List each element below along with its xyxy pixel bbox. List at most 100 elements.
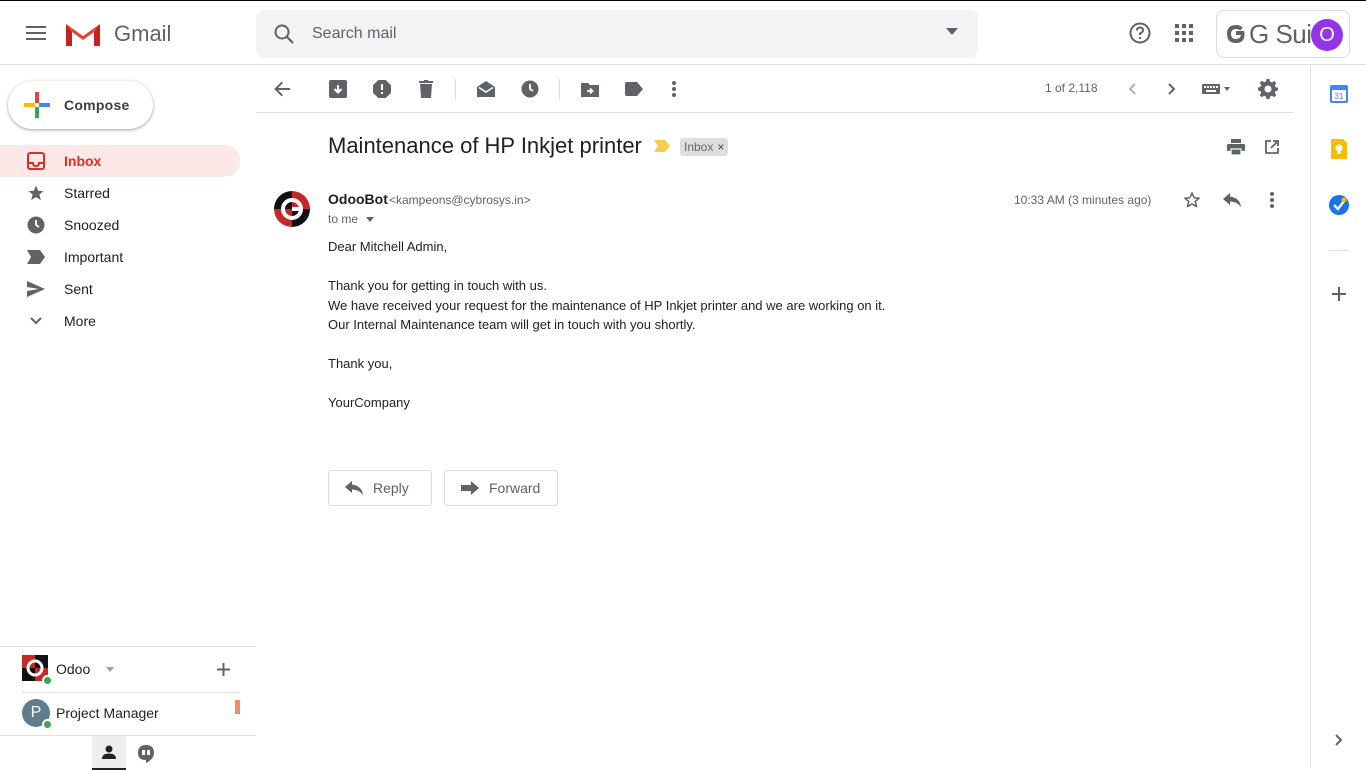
contact-avatar: P [22, 699, 53, 730]
body-line: Our Internal Maintenance team will get i… [328, 317, 696, 332]
newer-button[interactable] [1112, 69, 1152, 109]
message-more-button[interactable] [1252, 180, 1292, 220]
message-subject: Maintenance of HP Inkjet printer [328, 133, 642, 158]
sidebar-item-label: Starred [64, 185, 110, 201]
contact-item[interactable]: P Project Manager [22, 697, 159, 730]
compose-label: Compose [64, 97, 130, 113]
contact-name: Project Manager [56, 705, 159, 721]
recipient-details[interactable]: to me [328, 212, 375, 226]
toolbar-separator [455, 79, 456, 99]
more-actions-button[interactable] [654, 69, 694, 109]
body-line: Thank you for getting in touch with us. [328, 278, 547, 293]
important-marker-icon[interactable] [654, 140, 670, 152]
chevron-left-icon [1128, 83, 1136, 95]
older-button[interactable] [1152, 69, 1192, 109]
tab-contacts[interactable] [92, 736, 126, 770]
gmail-m-icon [66, 24, 100, 46]
sender-name[interactable]: OdooBot [328, 191, 388, 207]
search-input[interactable] [312, 10, 912, 58]
plus-icon [1332, 287, 1346, 301]
show-side-panel-button[interactable] [1328, 729, 1350, 751]
reply-button[interactable] [1212, 180, 1252, 220]
report-spam-button[interactable] [362, 69, 402, 109]
back-button[interactable] [262, 69, 302, 109]
body-signature: YourCompany [328, 395, 410, 410]
gmail-wordmark: Gmail [114, 21, 172, 46]
sidebar-item-snoozed[interactable]: Snoozed [0, 209, 240, 241]
spam-icon [373, 80, 391, 98]
gmail-logo[interactable]: Gmail [64, 17, 171, 51]
message-timestamp: 10:33 AM (3 minutes ago) [1014, 193, 1152, 207]
sidebar-item-label: More [64, 313, 96, 329]
delete-button[interactable] [406, 69, 446, 109]
contact-avatar-initial: P [30, 704, 42, 721]
keep-button[interactable] [1328, 138, 1350, 160]
sidebar-item-starred[interactable]: Starred [0, 177, 240, 209]
get-addons-button[interactable] [1328, 283, 1350, 305]
move-to-folder-icon [581, 82, 599, 97]
forward-action-button[interactable]: Forward [444, 470, 558, 506]
snooze-button[interactable] [510, 69, 550, 109]
sidebar-item-label: Sent [64, 281, 93, 297]
show-details-icon [366, 216, 375, 222]
print-all-button[interactable] [1216, 127, 1256, 167]
sidebar-item-label: Important [64, 249, 124, 265]
side-panel-divider [1329, 250, 1349, 251]
sidebar-item-inbox[interactable]: Inbox [0, 145, 240, 177]
calendar-button[interactable]: 31 [1328, 83, 1350, 105]
add-contact-icon[interactable] [217, 663, 230, 676]
sidebar-nav: Inbox Starred Snoozed Important Sent Mor… [0, 145, 256, 337]
more-vert-icon [672, 81, 676, 97]
sidebar-item-important[interactable]: Important [0, 241, 240, 273]
input-tools-button[interactable] [1196, 69, 1236, 109]
mark-unread-icon [477, 81, 495, 97]
labels-button[interactable] [614, 69, 654, 109]
open-new-window-button[interactable] [1252, 127, 1292, 167]
remove-label-icon[interactable]: × [717, 140, 724, 154]
compose-button[interactable]: Compose [8, 81, 153, 129]
mark-unread-button[interactable] [466, 69, 506, 109]
sender-avatar [274, 191, 310, 227]
app-header: Gmail G Suite O [0, 1, 1366, 65]
account-avatar[interactable]: O [1311, 19, 1343, 51]
reply-label: Reply [373, 480, 409, 496]
move-to-button[interactable] [570, 69, 610, 109]
star-outline-icon [1184, 192, 1200, 208]
sender-email: <kampeons@cybrosys.in> [389, 193, 531, 207]
pagination-count: 1 of 2,118 [1045, 81, 1098, 95]
online-status-dot [42, 675, 53, 686]
label-chip-text: Inbox [684, 140, 714, 154]
star-message-button[interactable] [1172, 180, 1212, 220]
search-bar[interactable] [256, 10, 978, 58]
support-button[interactable] [1120, 13, 1160, 53]
more-vert-icon [1270, 192, 1274, 208]
sidebar-item-more[interactable]: More [0, 305, 240, 337]
open-in-new-icon [1265, 140, 1279, 154]
sidebar-item-label: Snoozed [64, 217, 120, 233]
account-button[interactable]: G Suite O [1216, 10, 1350, 58]
compose-plus-icon [24, 92, 50, 118]
search-icon[interactable] [272, 22, 296, 46]
arrow-back-icon [274, 81, 290, 97]
keyboard-icon [1202, 84, 1230, 94]
hangouts-panel: Odoo P Project Manager [0, 646, 256, 770]
sidebar-item-sent[interactable]: Sent [0, 273, 240, 305]
tasks-button[interactable] [1328, 194, 1350, 216]
help-icon [1129, 22, 1151, 44]
reply-icon [1223, 193, 1241, 207]
hamburger-icon [26, 26, 46, 40]
search-options-icon[interactable] [946, 28, 958, 36]
svg-text:31: 31 [1335, 92, 1344, 101]
odoo-avatar [22, 655, 53, 686]
main-menu-button[interactable] [16, 13, 56, 53]
tab-conversations[interactable] [136, 744, 156, 764]
apps-button[interactable] [1164, 13, 1204, 53]
settings-button[interactable] [1248, 69, 1288, 109]
hangouts-account[interactable]: Odoo [22, 653, 115, 686]
archive-button[interactable] [318, 69, 358, 109]
person-icon [102, 745, 116, 759]
account-dropdown-icon[interactable] [106, 666, 115, 672]
reply-action-button[interactable]: Reply [328, 470, 432, 506]
reply-icon [345, 481, 363, 495]
label-chip-inbox[interactable]: Inbox × [680, 138, 729, 156]
